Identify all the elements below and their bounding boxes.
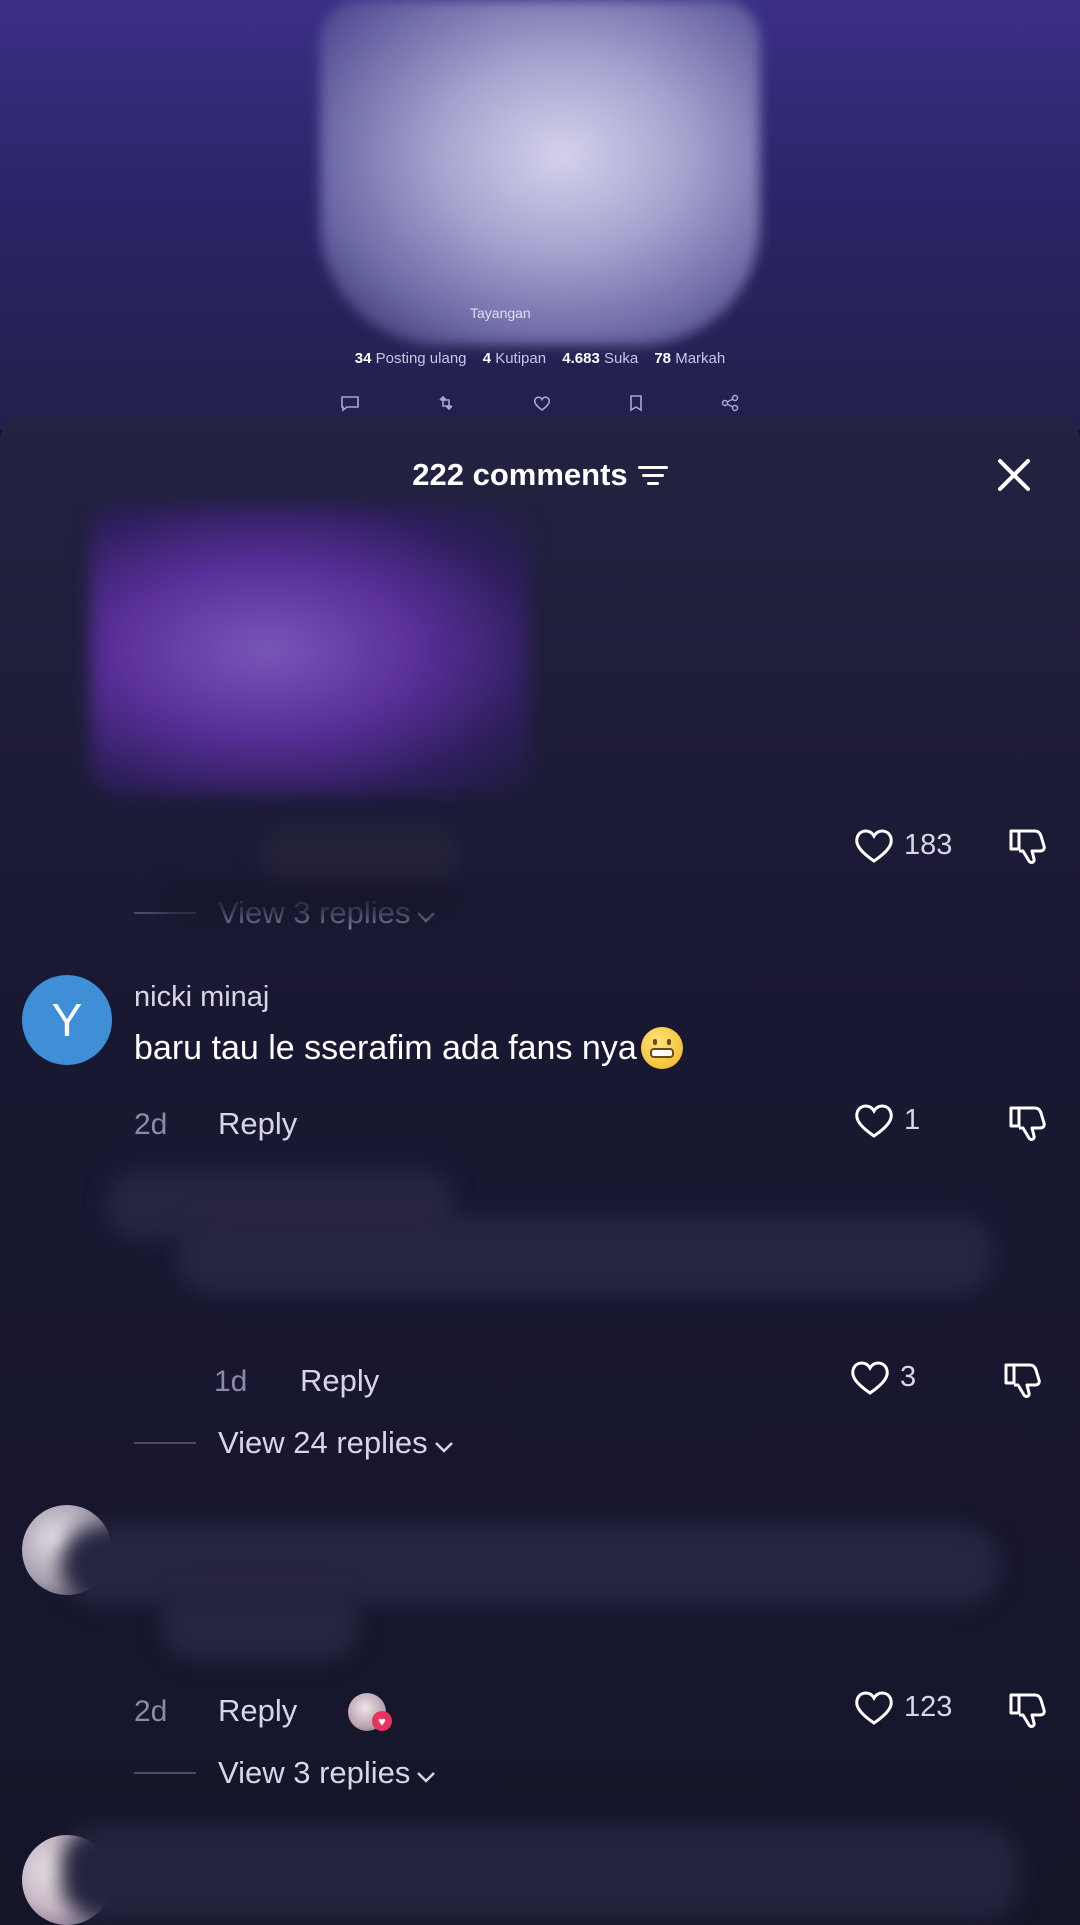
stat-likes: 4.683 Suka xyxy=(562,350,639,367)
stat-quotes: 4 Kutipan xyxy=(482,350,547,367)
comments-count-title: 222 comments xyxy=(412,457,628,492)
chevron-down-icon xyxy=(434,1425,454,1461)
dislike-button[interactable] xyxy=(1000,1359,1044,1409)
like-count: 183 xyxy=(904,828,953,861)
post-stats: 34 Posting ulang 4 Kutipan 4.683 Suka 78… xyxy=(0,350,1080,367)
like-count: 3 xyxy=(900,1360,917,1393)
like-button[interactable]: 123 xyxy=(852,1687,952,1727)
view-replies-button[interactable]: View 3 replies xyxy=(134,1753,436,1793)
like-button[interactable]: 183 xyxy=(852,825,952,865)
like-count: 123 xyxy=(904,1690,953,1723)
like-count: 1 xyxy=(904,1103,921,1136)
view-replies-label: View 24 replies xyxy=(218,1425,428,1460)
comments-sheet: 222 comments 183 View 3 replies Y xyxy=(0,415,1080,1925)
comment-meta: 2d Reply ♥ 123 xyxy=(0,1687,1080,1737)
blurred-comment-media xyxy=(90,505,530,795)
thumbs-down-icon xyxy=(1004,1363,1041,1398)
dislike-button[interactable] xyxy=(1005,1102,1049,1152)
comment-meta: 2d Reply 1 xyxy=(0,1100,1080,1150)
comment-text: baru tau le sserafim ada fans nya xyxy=(134,1027,683,1069)
close-button[interactable] xyxy=(984,445,1044,505)
stat-reposts: 34 Posting ulang xyxy=(354,350,467,367)
close-icon xyxy=(998,459,1030,491)
heart-outline-icon xyxy=(855,1691,893,1725)
comment-date: 2d xyxy=(134,1695,168,1728)
grimacing-face-emoji xyxy=(640,1027,683,1069)
comment-icon xyxy=(340,394,360,417)
reply-button[interactable]: Reply xyxy=(218,1106,297,1142)
background-post: Tayangan 34 Posting ulang 4 Kutipan 4.68… xyxy=(0,0,1080,430)
like-button[interactable]: 3 xyxy=(848,1357,916,1397)
bookmark-icon xyxy=(628,394,644,417)
blurred-redaction xyxy=(60,1825,1020,1920)
comments-header: 222 comments xyxy=(0,445,1080,505)
blurred-redaction xyxy=(160,1590,360,1660)
sort-icon[interactable] xyxy=(637,464,668,486)
heart-outline-icon xyxy=(851,1361,889,1395)
heart-icon xyxy=(532,394,552,417)
dislike-button[interactable] xyxy=(1005,825,1049,872)
comment-meta: 1d Reply 3 xyxy=(0,1357,1080,1407)
view-replies-label: View 3 replies xyxy=(218,1755,411,1790)
comment-date: 1d xyxy=(214,1365,248,1398)
thumbs-down-icon xyxy=(1009,1106,1046,1141)
repost-icon xyxy=(436,394,456,417)
chevron-down-icon xyxy=(416,1755,436,1791)
view-replies-button[interactable]: View 24 replies xyxy=(134,1423,454,1463)
heart-outline-icon xyxy=(855,1104,893,1138)
stat-bookmarks: 78 Markah xyxy=(654,350,726,367)
reply-button[interactable]: Reply xyxy=(300,1363,379,1399)
blurred-post-image xyxy=(320,0,760,345)
dislike-button[interactable] xyxy=(1005,1689,1049,1739)
like-button[interactable]: 1 xyxy=(852,1100,920,1140)
blurred-redaction xyxy=(175,1215,995,1295)
post-action-bar xyxy=(340,394,740,417)
thumbs-down-icon xyxy=(1009,1693,1046,1728)
comment-username[interactable]: nicki minaj xyxy=(134,981,269,1014)
views-label: Tayangan xyxy=(470,305,531,321)
avatar[interactable]: Y xyxy=(22,975,112,1065)
heart-badge-icon: ♥ xyxy=(372,1711,392,1731)
thumbs-down-icon xyxy=(1009,829,1046,864)
blurred-redaction xyxy=(260,825,460,885)
reply-button[interactable]: Reply xyxy=(218,1693,297,1729)
heart-outline-icon xyxy=(855,829,893,863)
share-icon xyxy=(720,394,740,417)
comment-date: 2d xyxy=(134,1108,168,1141)
